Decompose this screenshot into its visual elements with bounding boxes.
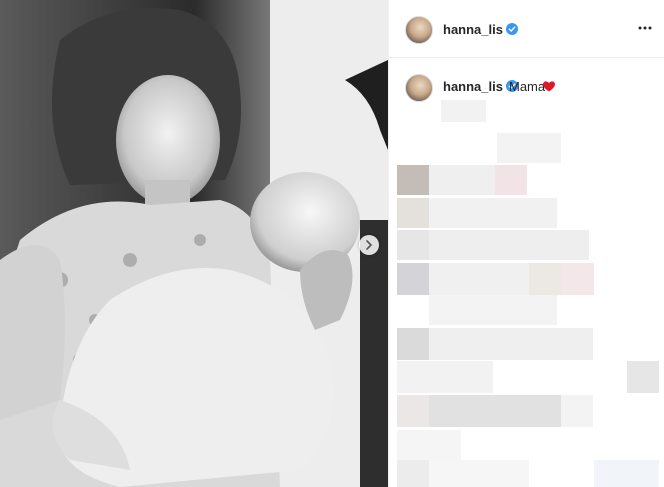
red-heart-icon: [543, 81, 555, 92]
more-options-icon[interactable]: [637, 20, 653, 36]
caption-username[interactable]: hanna_lis: [443, 79, 503, 94]
next-photo-button[interactable]: [359, 235, 379, 255]
chevron-right-icon: [366, 240, 373, 250]
avatar[interactable]: [405, 16, 433, 44]
post-photo[interactable]: [0, 0, 388, 487]
caption-text: Mama: [509, 79, 546, 94]
blurred-comments: [389, 95, 664, 487]
header-username[interactable]: hanna_lis: [443, 22, 503, 37]
photo-illustration: [0, 0, 388, 487]
post-header: hanna_lis: [389, 0, 664, 58]
post-side-panel: hanna_lis hanna_lis Mama: [388, 0, 664, 487]
verified-badge-icon: [506, 23, 518, 35]
